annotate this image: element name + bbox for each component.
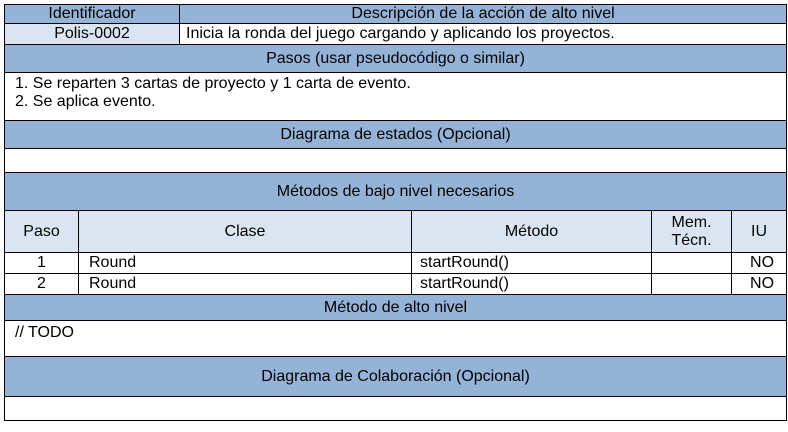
col-metodo: Método	[411, 210, 653, 253]
col-mem-tecn: Mem. Técn.	[651, 210, 733, 253]
high-level-method-body: // TODO	[3, 320, 788, 357]
state-diagram-body	[3, 148, 788, 173]
steps-header: Pasos (usar pseudocódigo o similar)	[3, 44, 788, 73]
step-line: 2. Se aplica evento.	[15, 93, 156, 110]
identifier-value: Polis-0002	[3, 23, 181, 45]
high-level-method-header: Método de alto nivel	[3, 294, 788, 321]
steps-body: 1. Se reparten 3 cartas de proyecto y 1 …	[3, 72, 788, 121]
low-level-methods-header: Métodos de bajo nivel necesarios	[3, 172, 788, 211]
collaboration-diagram-body	[3, 396, 788, 421]
identifier-header: Identificador	[3, 4, 181, 24]
collaboration-diagram-header: Diagrama de Colaboración (Opcional)	[3, 356, 788, 397]
row-paso: 1	[4, 252, 79, 274]
high-level-action-spec-table: Identificador Descripción de la acción d…	[3, 4, 788, 421]
col-iu: IU	[731, 210, 788, 253]
description-header: Descripción de la acción de alto nivel	[179, 4, 788, 24]
row-clase: Round	[77, 252, 413, 274]
step-line: 1. Se reparten 3 cartas de proyecto y 1 …	[15, 75, 411, 92]
row-paso: 2	[4, 273, 79, 295]
col-clase: Clase	[77, 210, 413, 253]
row-clase: Round	[77, 273, 413, 295]
description-value: Inicia la ronda del juego cargando y apl…	[179, 23, 788, 45]
row-iu: NO	[731, 252, 788, 274]
state-diagram-header: Diagrama de estados (Opcional)	[3, 120, 788, 149]
col-paso: Paso	[4, 210, 79, 253]
col-mem-line1: Mem.	[671, 213, 712, 231]
row-iu: NO	[731, 273, 788, 295]
col-mem-line2: Técn.	[671, 231, 712, 249]
row-mem	[651, 252, 733, 274]
row-metodo: startRound()	[411, 252, 653, 274]
row-metodo: startRound()	[411, 273, 653, 295]
row-mem	[651, 273, 733, 295]
